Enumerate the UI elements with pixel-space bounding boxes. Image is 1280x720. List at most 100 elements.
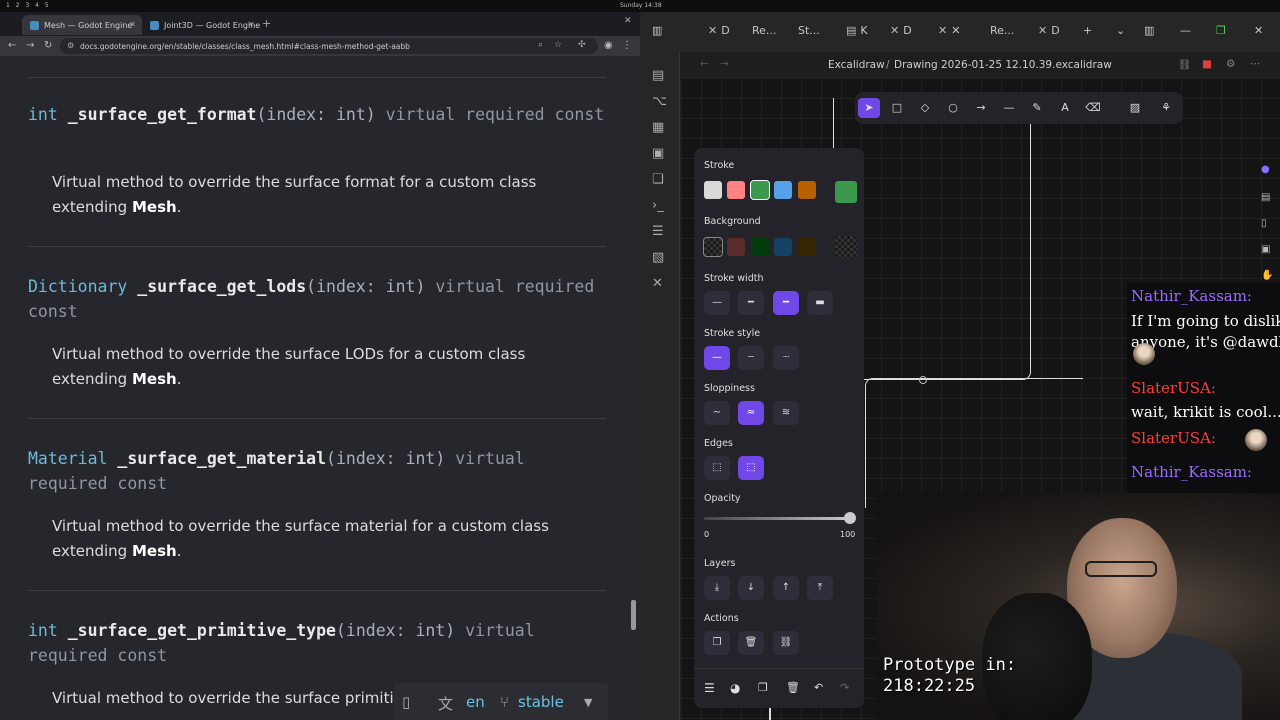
stroke-dashed-button[interactable]: ┄ xyxy=(738,346,764,370)
app-tab[interactable]: St... xyxy=(798,24,820,37)
file-icon[interactable]: ▤ xyxy=(652,68,664,83)
app-tab[interactable]: ▤ K xyxy=(846,24,868,37)
color-dot-icon[interactable]: ● xyxy=(1261,164,1270,175)
text-tool-icon[interactable]: A xyxy=(1054,98,1076,118)
back-icon[interactable]: ← xyxy=(700,58,709,70)
stroke-color-swatch[interactable] xyxy=(798,181,816,199)
book-icon[interactable]: ▯ xyxy=(1261,218,1267,229)
selection-tool-icon[interactable]: ➤ xyxy=(858,98,880,118)
version-selector[interactable]: ▯ 文 en ⑂ stable ▼ xyxy=(394,683,608,720)
pencil-tool-icon[interactable]: ✎ xyxy=(1026,98,1048,118)
method-name[interactable]: _surface_get_material xyxy=(117,449,326,468)
record-icon[interactable]: ■ xyxy=(1202,58,1212,70)
maximize-icon[interactable]: ❐ xyxy=(1216,24,1226,37)
list-icon[interactable]: ☰ xyxy=(652,224,664,239)
chevron-down-icon[interactable]: ▼ xyxy=(584,696,592,709)
edges-round-button[interactable]: ⬚ xyxy=(738,456,764,480)
new-tab-icon[interactable]: + xyxy=(262,17,271,30)
arrow-tool-icon[interactable]: → xyxy=(970,98,992,118)
excalidraw-icon[interactable]: ✕ xyxy=(652,276,663,291)
drawn-rectangle[interactable] xyxy=(865,378,1083,508)
settings-icon[interactable]: ⚙ xyxy=(1226,58,1235,70)
class-link[interactable]: Mesh xyxy=(132,542,177,560)
opacity-slider-thumb[interactable] xyxy=(844,512,856,524)
close-tab-icon[interactable]: ✕ xyxy=(247,20,254,29)
stroke-color-swatch[interactable] xyxy=(704,181,722,199)
site-info-icon[interactable]: ⚙ xyxy=(67,41,74,50)
forward-icon[interactable]: → xyxy=(26,40,34,51)
background-color-swatch[interactable] xyxy=(798,238,816,256)
return-type-link[interactable]: int xyxy=(28,105,58,124)
class-link[interactable]: Mesh xyxy=(132,198,177,216)
palette-icon[interactable]: ◕ xyxy=(730,681,740,695)
stroke-thin-button[interactable]: — xyxy=(704,291,730,315)
line-tool-icon[interactable]: — xyxy=(998,98,1020,118)
main-menu-icon[interactable]: ☰ xyxy=(704,681,715,695)
opacity-slider[interactable] xyxy=(704,517,852,520)
hand-icon[interactable]: ✋ xyxy=(1261,270,1273,281)
undo-icon[interactable]: ↶ xyxy=(814,681,823,694)
menu-icon[interactable]: ⋮ xyxy=(622,40,632,51)
minimize-icon[interactable]: — xyxy=(1180,24,1191,37)
close-window-icon[interactable]: ✕ xyxy=(1254,24,1263,37)
sloppiness-architect-button[interactable]: ∼ xyxy=(704,401,730,425)
method-name[interactable]: _surface_get_primitive_type xyxy=(68,621,336,640)
template-icon[interactable]: ▧ xyxy=(652,250,664,265)
zoom-icon[interactable]: ⌕ xyxy=(538,40,543,50)
method-name[interactable]: _surface_get_lods xyxy=(137,277,306,296)
image-tool-icon[interactable]: ▨ xyxy=(1124,98,1146,118)
background-color-swatch[interactable] xyxy=(774,238,792,256)
transparent-swatch[interactable] xyxy=(703,237,723,257)
sloppiness-artist-button[interactable]: ≈ xyxy=(738,401,764,425)
extensions-icon[interactable]: ✣ xyxy=(578,40,586,50)
reload-icon[interactable]: ↻ xyxy=(44,40,52,51)
background-color-swatch[interactable] xyxy=(727,238,745,256)
forward-icon[interactable]: → xyxy=(720,58,729,70)
send-backward-icon[interactable]: ↓ xyxy=(738,576,764,600)
diamond-tool-icon[interactable]: ◇ xyxy=(914,98,936,118)
background-color-picker[interactable] xyxy=(835,236,857,258)
canvas-icon[interactable]: ▦ xyxy=(652,120,664,135)
trash-icon[interactable]: 🗑 xyxy=(786,681,800,694)
sloppiness-cartoonist-button[interactable]: ≋ xyxy=(773,401,799,425)
branch-label[interactable]: stable xyxy=(518,693,564,711)
lock-icon[interactable]: ▣ xyxy=(1261,244,1270,255)
bring-forward-icon[interactable]: ↑ xyxy=(773,576,799,600)
ellipse-tool-icon[interactable]: ○ xyxy=(942,98,964,118)
calendar-icon[interactable]: ▣ xyxy=(652,146,664,161)
stroke-color-picker[interactable] xyxy=(835,181,857,203)
delete-icon[interactable]: 🗑 xyxy=(738,631,764,655)
app-tab[interactable]: Re... xyxy=(752,24,776,37)
app-tab[interactable]: Re... xyxy=(990,24,1014,37)
method-name[interactable]: _surface_get_format xyxy=(68,105,257,124)
stroke-color-swatch-selected[interactable] xyxy=(750,180,770,200)
class-link[interactable]: Mesh xyxy=(132,370,177,388)
app-tab[interactable]: ✕ D xyxy=(1038,24,1060,37)
file-title[interactable]: Drawing 2026-01-25 12.10.39.excalidraw xyxy=(894,59,1112,71)
scrollbar-thumb[interactable] xyxy=(631,600,636,630)
drawn-line[interactable] xyxy=(769,708,771,720)
background-color-swatch[interactable] xyxy=(751,238,769,256)
browser-tab-joint3d[interactable]: Joint3D — Godot Engine ✕ xyxy=(142,15,260,35)
eraser-tool-icon[interactable]: ⌫ xyxy=(1082,98,1104,118)
copy-icon[interactable]: ❐ xyxy=(758,681,768,694)
return-type-link[interactable]: Material xyxy=(28,449,107,468)
app-tab[interactable]: ✕ D xyxy=(890,24,912,37)
more-options-icon[interactable]: ⋯ xyxy=(1250,58,1261,70)
edges-sharp-button[interactable]: ⬚ xyxy=(704,456,730,480)
browser-tab-mesh[interactable]: Mesh — Godot Engine ✕ xyxy=(22,15,142,35)
terminal-icon[interactable]: ›_ xyxy=(652,198,664,213)
right-sidebar-toggle-icon[interactable]: ▥ xyxy=(1144,24,1154,37)
close-tab-icon[interactable]: ✕ xyxy=(129,20,136,29)
copy-icon[interactable]: ❏ xyxy=(652,172,664,187)
app-tab-active[interactable]: ✕ ✕ xyxy=(938,24,960,37)
profile-icon[interactable]: ◉ xyxy=(604,40,613,51)
duplicate-icon[interactable]: ❐ xyxy=(704,631,730,655)
new-tab-icon[interactable]: + xyxy=(1083,24,1092,37)
close-window-icon[interactable]: ✕ xyxy=(624,16,632,26)
library-tool-icon[interactable]: ⚘ xyxy=(1155,98,1177,118)
redo-icon[interactable]: ↷ xyxy=(840,681,849,694)
return-type-link[interactable]: Dictionary xyxy=(28,277,127,296)
stroke-bold-button[interactable]: ━ xyxy=(738,291,764,315)
link-icon[interactable]: ⛓ xyxy=(773,631,799,655)
